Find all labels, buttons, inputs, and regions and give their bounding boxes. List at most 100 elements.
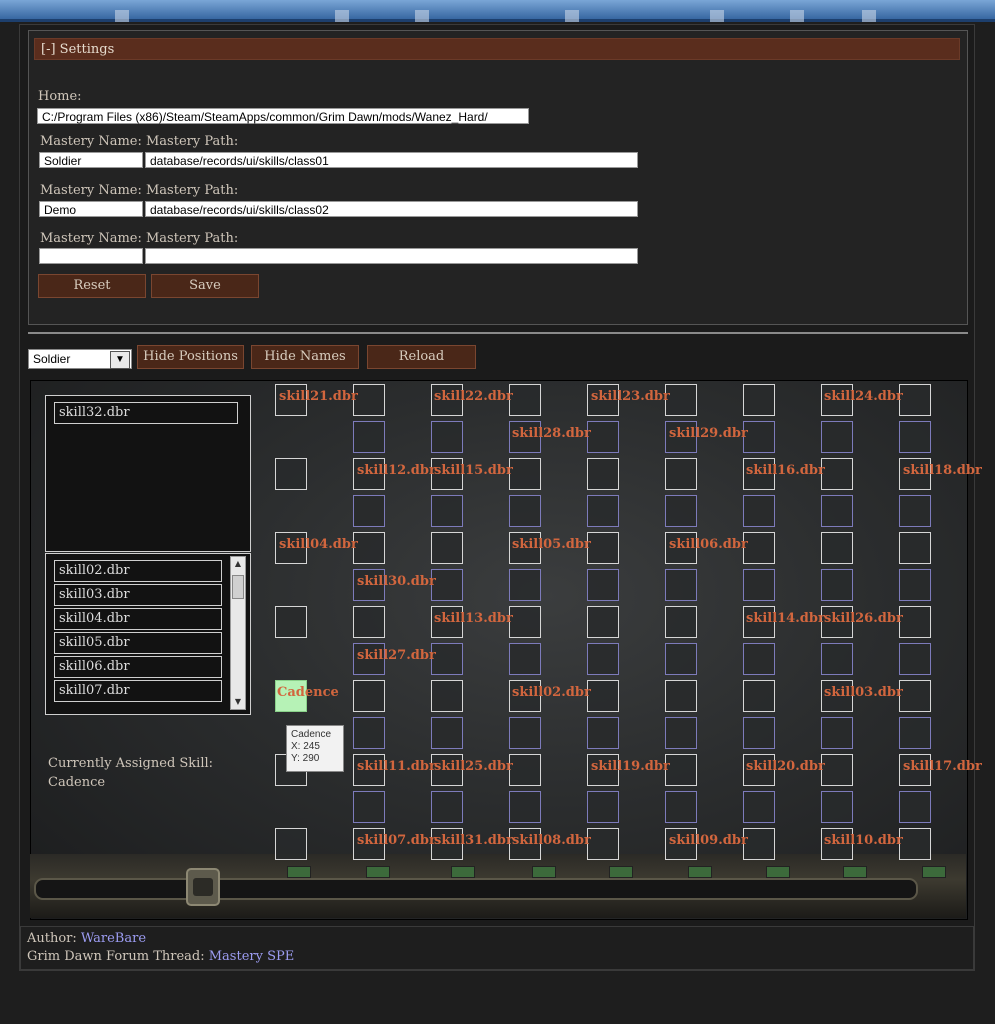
skill-slot[interactable]: [899, 791, 931, 823]
skill-slot[interactable]: [587, 458, 619, 490]
list-item[interactable]: skill32.dbr: [54, 402, 238, 424]
skill-label[interactable]: skill23.dbr: [591, 389, 670, 405]
skill-label[interactable]: skill08.dbr: [512, 833, 591, 849]
skill-slot[interactable]: [899, 828, 931, 860]
skill-slot[interactable]: [821, 717, 853, 749]
skill-label[interactable]: skill12.dbr: [357, 463, 436, 479]
skill-slot[interactable]: [587, 532, 619, 564]
reset-button[interactable]: Reset: [38, 274, 146, 298]
skill-slot[interactable]: [821, 569, 853, 601]
skill-label[interactable]: skill05.dbr: [512, 537, 591, 553]
taskbar-app-icon[interactable]: [862, 10, 876, 22]
scrollbar[interactable]: ▲ ▼: [230, 556, 246, 710]
skill-slot[interactable]: [431, 717, 463, 749]
skill-slot[interactable]: [587, 828, 619, 860]
list-item[interactable]: skill06.dbr: [54, 656, 222, 678]
skill-slot[interactable]: [353, 717, 385, 749]
skill-slot[interactable]: [821, 532, 853, 564]
skill-label-assigned[interactable]: Cadence: [277, 685, 339, 701]
thread-link[interactable]: Mastery SPE: [209, 949, 294, 964]
skill-slot[interactable]: [353, 606, 385, 638]
selected-skill-list[interactable]: skill32.dbr: [45, 395, 251, 552]
skill-label[interactable]: skill11.dbr: [357, 759, 436, 775]
skill-slot[interactable]: [821, 458, 853, 490]
skill-slot[interactable]: [899, 532, 931, 564]
skill-slot[interactable]: [743, 495, 775, 527]
skill-label[interactable]: skill06.dbr: [669, 537, 748, 553]
skill-slot[interactable]: [665, 606, 697, 638]
taskbar-app-icon[interactable]: [335, 10, 349, 22]
skill-slot[interactable]: [353, 421, 385, 453]
skill-slot[interactable]: [821, 421, 853, 453]
skill-slot[interactable]: [743, 717, 775, 749]
taskbar-app-icon[interactable]: [790, 10, 804, 22]
list-item[interactable]: skill04.dbr: [54, 608, 222, 630]
list-item[interactable]: skill05.dbr: [54, 632, 222, 654]
scroll-down-icon[interactable]: ▼: [231, 695, 245, 709]
skill-slot[interactable]: [587, 643, 619, 675]
list-item[interactable]: skill02.dbr: [54, 560, 222, 582]
reload-button[interactable]: Reload: [367, 345, 476, 369]
hide-positions-button[interactable]: Hide Positions: [137, 345, 244, 369]
skill-label[interactable]: skill02.dbr: [512, 685, 591, 701]
skill-label[interactable]: skill07.dbr: [357, 833, 436, 849]
skill-slot[interactable]: [587, 495, 619, 527]
skill-label[interactable]: skill19.dbr: [591, 759, 670, 775]
taskbar-app-icon[interactable]: [565, 10, 579, 22]
skill-label[interactable]: skill10.dbr: [824, 833, 903, 849]
skill-slot[interactable]: [665, 680, 697, 712]
skill-slot[interactable]: [431, 680, 463, 712]
skill-label[interactable]: skill04.dbr: [279, 537, 358, 553]
skill-slot[interactable]: [509, 754, 541, 786]
skill-slot[interactable]: [587, 569, 619, 601]
skill-slot[interactable]: [587, 680, 619, 712]
skill-slot[interactable]: [587, 791, 619, 823]
skill-slot[interactable]: [431, 421, 463, 453]
skill-slot[interactable]: [509, 495, 541, 527]
mastery-path-input[interactable]: database/records/ui/skills/class02: [145, 201, 638, 217]
skill-label[interactable]: skill21.dbr: [279, 389, 358, 405]
skill-slot[interactable]: [821, 643, 853, 675]
scroll-up-icon[interactable]: ▲: [231, 557, 245, 571]
skill-slot[interactable]: [509, 717, 541, 749]
skill-file-list[interactable]: skill02.dbr skill03.dbr skill04.dbr skil…: [45, 553, 251, 715]
skill-slot[interactable]: [275, 828, 307, 860]
skill-slot[interactable]: [743, 384, 775, 416]
skill-slot[interactable]: [821, 495, 853, 527]
list-item[interactable]: skill07.dbr: [54, 680, 222, 702]
skill-slot[interactable]: [353, 791, 385, 823]
skill-label[interactable]: skill29.dbr: [669, 426, 748, 442]
skill-slot[interactable]: [743, 643, 775, 675]
skill-label[interactable]: skill17.dbr: [903, 759, 982, 775]
mastery-path-input[interactable]: [145, 248, 638, 264]
position-slider-handle[interactable]: [186, 868, 220, 906]
taskbar-app-icon[interactable]: [115, 10, 129, 22]
skill-slot[interactable]: [587, 421, 619, 453]
mastery-select[interactable]: Soldier ▼: [28, 349, 132, 369]
mastery-name-input[interactable]: Demo: [39, 201, 143, 217]
skill-slot[interactable]: [509, 458, 541, 490]
skill-slot[interactable]: [431, 495, 463, 527]
hide-names-button[interactable]: Hide Names: [251, 345, 359, 369]
skill-slot[interactable]: [899, 680, 931, 712]
skill-slot[interactable]: [353, 495, 385, 527]
skill-slot[interactable]: [587, 606, 619, 638]
skill-slot[interactable]: [509, 791, 541, 823]
skill-label[interactable]: skill28.dbr: [512, 426, 591, 442]
skill-slot[interactable]: [899, 421, 931, 453]
skill-label[interactable]: skill03.dbr: [824, 685, 903, 701]
skill-slot[interactable]: [509, 569, 541, 601]
list-item[interactable]: skill03.dbr: [54, 584, 222, 606]
skill-slot[interactable]: [275, 606, 307, 638]
skill-slot[interactable]: [665, 458, 697, 490]
skill-slot[interactable]: [353, 680, 385, 712]
skill-slot[interactable]: [899, 717, 931, 749]
skill-slot[interactable]: [275, 458, 307, 490]
skill-label[interactable]: skill20.dbr: [746, 759, 825, 775]
skill-label[interactable]: skill31.dbr: [434, 833, 513, 849]
skill-label[interactable]: skill24.dbr: [824, 389, 903, 405]
skill-slot[interactable]: [665, 495, 697, 527]
settings-header[interactable]: [-] Settings: [34, 38, 960, 60]
position-slider-track[interactable]: [34, 878, 918, 900]
skill-slot[interactable]: [899, 643, 931, 675]
